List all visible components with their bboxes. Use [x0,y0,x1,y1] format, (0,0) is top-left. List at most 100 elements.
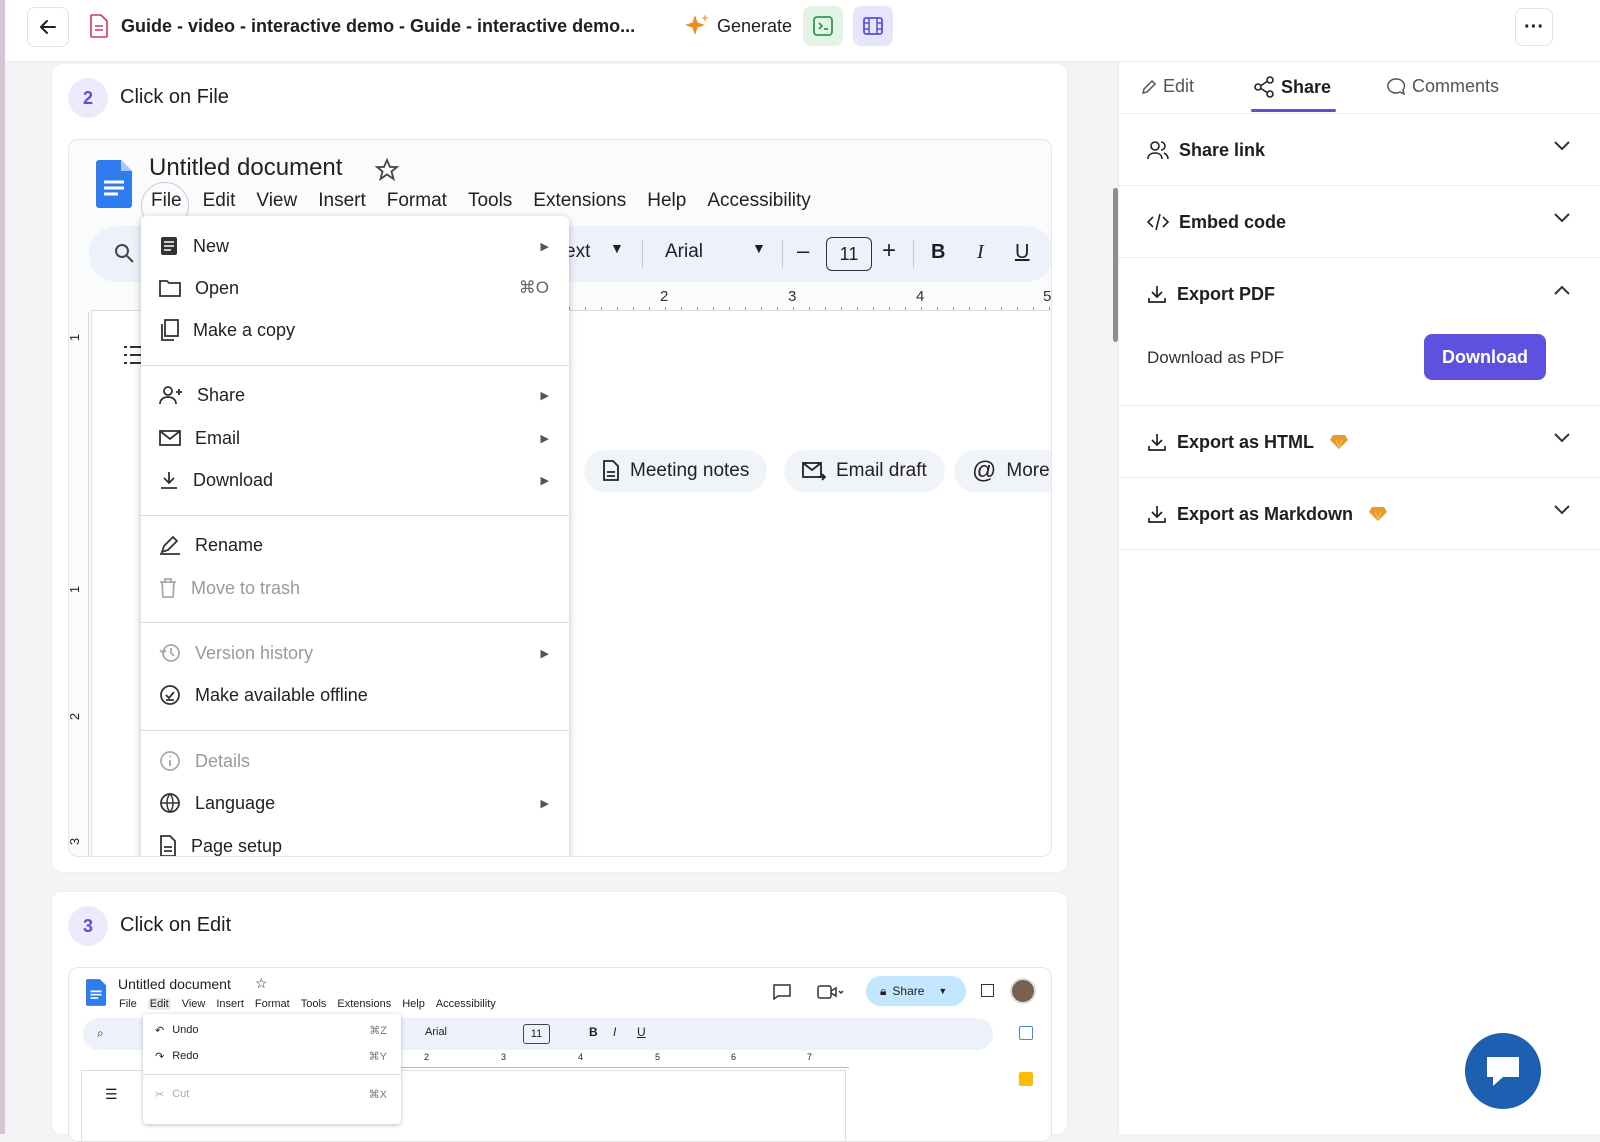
menu-item-download[interactable]: Download ▶ [159,460,549,500]
chevron-up-icon [1554,285,1570,295]
underline-button[interactable]: U [637,1025,646,1039]
menu-item-undo[interactable]: ↶ Undo ⌘Z [155,1024,387,1037]
decrease-size-button[interactable]: – [797,238,809,264]
shortcut-label: ⌘Y [368,1051,387,1063]
menu-item-version-history[interactable]: Version history ▶ [159,633,549,673]
keep-icon[interactable] [1019,1072,1033,1086]
back-button[interactable] [27,7,69,47]
menu-tools[interactable]: Tools [468,190,512,212]
menu-item-rename[interactable]: Rename [159,525,549,565]
section-header: Export as HTML [1147,406,1349,478]
menu-item-move-to-trash[interactable]: Move to trash [159,568,549,608]
generate-button[interactable]: Generate [683,12,792,40]
menu-extensions[interactable]: Extensions [533,190,626,212]
increase-size-button[interactable]: + [882,237,896,265]
menu-edit[interactable]: Edit [203,190,236,212]
menu-help[interactable]: Help [402,998,425,1010]
ruler-number: 4 [916,288,925,305]
chat-support-button[interactable] [1465,1033,1541,1109]
more-options-button[interactable]: ··· [1515,8,1553,46]
tab-share[interactable]: Share [1253,76,1331,98]
section-share-link[interactable]: Share link [1119,114,1600,186]
comment-icon[interactable] [773,984,791,1000]
step-screenshot[interactable]: Untitled document File Edit View Insert … [68,139,1052,857]
italic-button[interactable]: I [977,241,984,264]
bold-button[interactable]: B [589,1025,598,1039]
menu-item-label: Open [195,277,240,298]
email-draft-chip[interactable]: Email draft [784,450,945,492]
spreadsheet-button[interactable] [803,6,843,46]
menu-view[interactable]: View [182,998,206,1010]
video-button[interactable] [853,6,893,46]
menu-insert[interactable]: Insert [216,998,244,1010]
section-export-pdf[interactable]: Export PDF [1119,258,1600,406]
section-export-html[interactable]: Export as HTML [1119,406,1600,478]
download-button[interactable]: Download [1424,334,1546,380]
menu-item-share[interactable]: Share ▶ [159,375,549,415]
calendar-icon[interactable] [1019,1026,1033,1040]
section-export-markdown[interactable]: Export as Markdown [1119,478,1600,550]
ruler-number: 6 [731,1052,737,1062]
search-icon[interactable]: ⌕ [97,1026,104,1041]
font-size-input[interactable]: 11 [826,237,872,271]
menu-tools[interactable]: Tools [301,998,327,1010]
divider [782,240,783,268]
users-icon [1147,141,1169,160]
font-select[interactable]: Arial [425,1026,447,1038]
menu-format[interactable]: Format [387,190,447,212]
section-header: Export as Markdown [1147,478,1388,550]
arrow-left-icon [40,20,56,34]
menu-item-redo[interactable]: ↷ Redo ⌘Y [155,1050,387,1063]
font-select[interactable]: Arial [665,241,703,263]
menu-item-make-available-offline[interactable]: Make available offline [159,675,549,715]
trash-icon [160,578,176,598]
underline-button[interactable]: U [1015,241,1029,264]
menu-file[interactable]: File [151,190,182,212]
star-icon[interactable]: ☆ [255,975,268,992]
outline-icon[interactable] [123,344,143,366]
menu-file[interactable]: File [119,998,137,1010]
search-icon[interactable] [113,242,135,264]
chevron-down-icon [1554,505,1570,515]
at-icon: @ [972,457,997,484]
menu-item-make-a-copy[interactable]: Make a copy [159,310,549,350]
ruler-number: 5 [1043,288,1052,305]
more-chip[interactable]: @ More [954,450,1051,492]
tab-comments[interactable]: Comments [1386,76,1499,97]
video-call-icon[interactable] [817,984,845,1000]
meeting-notes-chip[interactable]: Meeting notes [584,450,768,492]
tab-edit[interactable]: Edit [1141,76,1194,97]
menu-item-page-setup[interactable]: Page setup [159,826,549,856]
share-button[interactable]: 🔒︎ Share ▼ [866,976,966,1006]
menu-accessibility[interactable]: Accessibility [707,190,810,212]
menu-item-language[interactable]: Language ▶ [159,783,549,823]
menu-accessibility[interactable]: Accessibility [436,998,496,1010]
sheet-icon [813,16,833,36]
italic-button[interactable]: I [613,1025,616,1039]
menu-item-label: Download [193,469,274,490]
menu-item-email[interactable]: Email ▶ [159,418,549,458]
menu-item-cut[interactable]: ✂ Cut ⌘X [155,1088,387,1101]
menu-item-open[interactable]: Open ⌘O [159,268,549,308]
outline-icon[interactable]: ☰ [105,1086,118,1103]
menu-format[interactable]: Format [255,998,290,1010]
avatar[interactable] [1010,978,1036,1004]
ruler-number: 5 [655,1052,661,1062]
font-size-input[interactable]: 11 [523,1024,550,1044]
menu-edit[interactable]: Edit [147,998,171,1010]
star-icon[interactable] [375,158,399,182]
menu-item-new[interactable]: New ▶ [159,226,549,266]
section-embed-code[interactable]: Embed code [1119,186,1600,258]
menu-item-label: Cut [172,1088,190,1100]
step-screenshot[interactable]: Untitled document ☆ File Edit View Inser… [68,967,1052,1142]
window-icon[interactable] [981,984,994,997]
mail-send-icon [802,462,826,481]
menu-insert[interactable]: Insert [318,190,366,212]
menu-item-details[interactable]: Details [159,741,549,781]
menu-view[interactable]: View [256,190,297,212]
menu-help[interactable]: Help [647,190,686,212]
bold-button[interactable]: B [931,241,945,264]
section-label: Export as HTML [1177,431,1315,452]
ruler-number: 2 [68,712,83,721]
menu-extensions[interactable]: Extensions [337,998,391,1010]
